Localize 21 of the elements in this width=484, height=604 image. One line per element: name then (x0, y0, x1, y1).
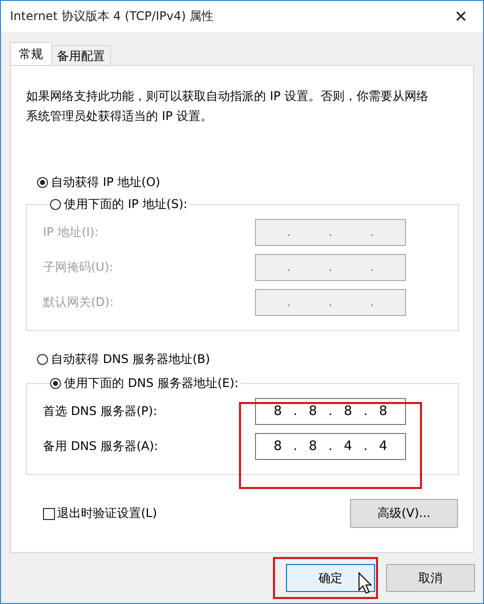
tab[interactable]: 常规 (10, 42, 52, 65)
ip-address-field[interactable]: 8 . 8 . 8 . 8 (255, 398, 406, 425)
window-title: Internet 协议版本 4 (TCP/IPv4) 属性 (10, 8, 214, 25)
field-label: 备用 DNS 服务器(A): (43, 438, 160, 455)
mouse-pointer-icon (358, 572, 374, 596)
advanced-button[interactable]: 高级(V)... (350, 499, 458, 528)
field-label: 首选 DNS 服务器(P): (43, 403, 158, 420)
field-label: IP 地址(I): (43, 224, 100, 241)
radio-label[interactable]: 自动获得 DNS 服务器地址(B) (51, 351, 210, 368)
field-label: 默认网关(D): (43, 294, 115, 311)
field-label: 子网掩码(U): (43, 259, 114, 276)
ip-address-field[interactable]: 8 . 8 . 4 . 4 (255, 433, 406, 460)
radio-button[interactable] (50, 378, 61, 389)
close-button[interactable]: ✕ (439, 1, 483, 32)
checkbox[interactable] (43, 508, 55, 520)
radio-label[interactable]: 使用下面的 DNS 服务器地址(E): (64, 375, 238, 392)
radio-button[interactable] (37, 354, 48, 365)
checkbox-label[interactable]: 退出时验证设置(L) (57, 505, 158, 522)
cancel-button[interactable]: 取消 (386, 564, 475, 592)
tab[interactable]: 备用配置 (51, 45, 111, 65)
description-text: 如果网络支持此功能，则可以获取自动指派的 IP 设置。否则，你需要从网络系统管理员处获得适当的 IP 设置。 (26, 88, 430, 125)
